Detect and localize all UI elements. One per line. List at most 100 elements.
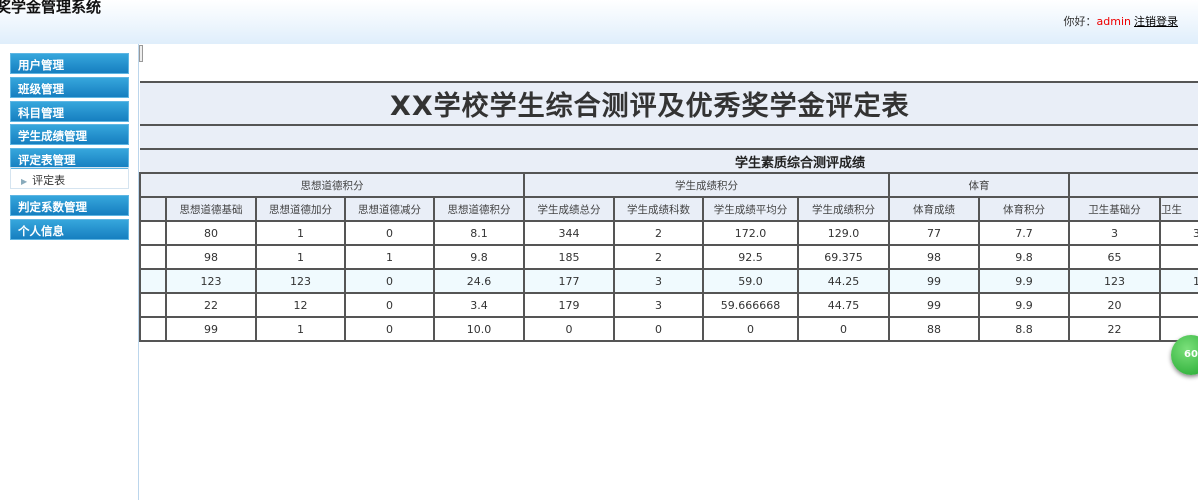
table-cell <box>139 244 167 270</box>
group-header: 思想道德积分 <box>139 172 525 198</box>
table-cell: 0 <box>613 316 704 342</box>
sidebar-item-profile[interactable]: 个人信息 <box>10 219 129 240</box>
table-cell: 8.8 <box>978 316 1070 342</box>
table-cell: 44.25 <box>797 268 890 294</box>
table-cell: 99 <box>888 292 980 318</box>
column-header: 卫生 <box>1159 196 1198 222</box>
column-header: 思想道德基础 <box>165 196 257 222</box>
table-row: 22 12 0 3.4 179 3 59.666668 44.75 99 9.9 20 <box>139 292 1198 318</box>
sidebar-item-coefficient[interactable]: 判定系数管理 <box>10 195 129 216</box>
evaluation-table-container: XX学校学生综合测评及优秀奖学金评定表 学生素质综合测评成绩 思想道德积分 学生… <box>139 81 1198 342</box>
table-cell: 179 <box>523 292 615 318</box>
column-header: 学生成绩总分 <box>523 196 615 222</box>
table-cell: 3 <box>613 268 704 294</box>
table-cell: 1 <box>255 316 346 342</box>
table-cell: 80 <box>165 220 257 246</box>
column-header: 学生成绩科数 <box>613 196 704 222</box>
username: admin <box>1096 15 1131 28</box>
table-cell: 98 <box>165 244 257 270</box>
sidebar-item-class[interactable]: 班级管理 <box>10 77 129 98</box>
column-header: 思想道德积分 <box>433 196 525 222</box>
table-cell: 2 <box>613 220 704 246</box>
group-header-row: 思想道德积分 学生成绩积分 体育 <box>139 172 1198 198</box>
table-cell: 177 <box>523 268 615 294</box>
table-row: 123123024.6177359.044.25999.91231 <box>139 268 1198 294</box>
table-cell: 7.7 <box>978 220 1070 246</box>
table-cell: 59.666668 <box>702 292 799 318</box>
table-cell: 1 <box>344 244 435 270</box>
table-cell: 0 <box>344 316 435 342</box>
column-header-row: 思想道德基础 思想道德加分 思想道德减分 思想道德积分 学生成绩总分 学生成绩科数 学生成绩… <box>139 196 1198 222</box>
table-cell: 9.9 <box>978 268 1070 294</box>
table-cell: 99 <box>888 268 980 294</box>
table-cell: 0 <box>344 292 435 318</box>
group-header: 体育 <box>888 172 1070 198</box>
table-cell: 77 <box>888 220 980 246</box>
sidebar-item-scores[interactable]: 学生成绩管理 <box>10 124 129 145</box>
table-cell: 20 <box>1068 292 1161 318</box>
table-cell: 98 <box>888 244 980 270</box>
frame-scrollbar[interactable] <box>139 45 143 62</box>
table-cell: 344 <box>523 220 615 246</box>
table-cell: 10.0 <box>433 316 525 342</box>
table-cell: 69.375 <box>797 244 890 270</box>
table-cell: 22 <box>165 292 257 318</box>
table-cell: 22 <box>1068 316 1161 342</box>
sidebar-item-user[interactable]: 用户管理 <box>10 53 129 74</box>
table-cell: 1 <box>255 220 346 246</box>
table-cell <box>139 268 167 294</box>
group-header <box>1068 172 1198 198</box>
table-cell: 0 <box>797 316 890 342</box>
table-cell: 123 <box>255 268 346 294</box>
sidebar-subitem-evaluation-table[interactable]: ▶ 评定表 <box>10 167 129 189</box>
subitem-label: 评定表 <box>32 174 66 187</box>
table-cell <box>1159 244 1198 270</box>
table-cell <box>139 292 167 318</box>
table-cell: 3 <box>1068 220 1161 246</box>
table-cell <box>139 220 167 246</box>
table-cell: 99 <box>165 316 257 342</box>
user-info: 你好：admin 注销登录 <box>1064 13 1178 29</box>
table-cell: 2 <box>613 244 704 270</box>
system-title: 奖学金管理系统 <box>0 0 102 16</box>
table-cell: 92.5 <box>702 244 799 270</box>
column-header: 卫生基础分 <box>1068 196 1161 222</box>
table-cell: 3.4 <box>433 292 525 318</box>
table-cell: 0 <box>344 220 435 246</box>
sidebar-item-evaluation[interactable]: 评定表管理 <box>10 148 129 169</box>
table-cell: 3 <box>613 292 704 318</box>
table-cell <box>1159 292 1198 318</box>
table-cell: 0 <box>344 268 435 294</box>
table-cell: 129.0 <box>797 220 890 246</box>
sidebar-item-subject[interactable]: 科目管理 <box>10 101 129 122</box>
arrow-right-icon: ▶ <box>21 177 28 186</box>
table-cell: 9.8 <box>433 244 525 270</box>
table-cell: 123 <box>165 268 257 294</box>
table-cell: 88 <box>888 316 980 342</box>
table-cell: 0 <box>702 316 799 342</box>
group-header: 学生成绩积分 <box>523 172 890 198</box>
blank-row <box>140 124 1198 150</box>
column-header: 体育成绩 <box>888 196 980 222</box>
top-header: 奖学金管理系统 你好：admin 注销登录 <box>0 0 1198 44</box>
table-cell: 1 <box>255 244 346 270</box>
table-cell <box>139 316 167 342</box>
column-header: 思想道德减分 <box>344 196 435 222</box>
table-cell: 172.0 <box>702 220 799 246</box>
greeting: 你好： <box>1063 15 1097 28</box>
column-header: 学生成绩积分 <box>797 196 890 222</box>
table-cell: 8.1 <box>433 220 525 246</box>
table-row: 98 1 1 9.8 185 2 92.5 69.375 98 9.8 65 <box>139 244 1198 270</box>
table-cell: 24.6 <box>433 268 525 294</box>
table-cell: 9.8 <box>978 244 1070 270</box>
column-header <box>139 196 167 222</box>
sidebar: 用户管理 班级管理 科目管理 学生成绩管理 评定表管理 ▶ 评定表 判定系数管理 … <box>0 44 139 500</box>
floating-badge[interactable]: 60 <box>1171 335 1198 375</box>
table-row: 80108.13442172.0129.0777.733 <box>139 220 1198 246</box>
logout-link[interactable]: 注销登录 <box>1134 15 1178 28</box>
table-cell: 44.75 <box>797 292 890 318</box>
evaluation-table: XX学校学生综合测评及优秀奖学金评定表 学生素质综合测评成绩 思想道德积分 学生… <box>139 81 1198 342</box>
table-cell: 12 <box>255 292 346 318</box>
column-header: 思想道德加分 <box>255 196 346 222</box>
table-cell: 185 <box>523 244 615 270</box>
